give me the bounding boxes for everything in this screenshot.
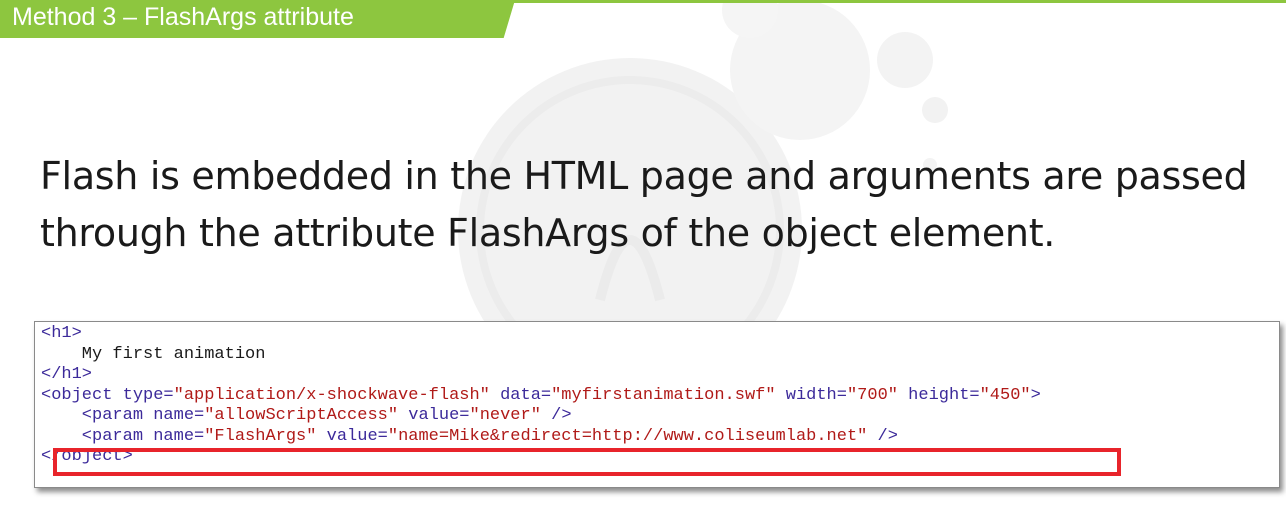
- code-token: value=: [316, 426, 388, 446]
- code-token: "myfirstanimation.swf": [551, 385, 776, 405]
- code-token: height=: [897, 385, 980, 405]
- body-line-2: through the attribute FlashArgs of the o…: [40, 211, 1056, 255]
- code-lines: <h1> My first animation </h1> <object type…: [41, 324, 1041, 468]
- code-token: "name=Mike&redirect=http://www.coliseuml…: [387, 426, 868, 446]
- code-token: "700": [846, 385, 898, 405]
- code-token: <param name=: [41, 426, 205, 446]
- code-line: <param name="FlashArgs" value="name=Mike…: [41, 427, 1041, 448]
- slide-title-tab: Method 3 – FlashArgs attribute: [0, 0, 515, 38]
- code-token: <param name=: [41, 406, 205, 425]
- slide-body-text: Flash is embedded in the HTML page and a…: [40, 148, 1260, 262]
- code-line: </h1>: [41, 365, 1041, 386]
- code-token: />: [867, 426, 898, 446]
- code-token: data=: [489, 385, 552, 405]
- code-token: <h1>: [41, 324, 82, 343]
- slide-title: Method 3 – FlashArgs attribute: [12, 3, 354, 31]
- code-line: My first animation: [41, 345, 1041, 366]
- body-line-1: Flash is embedded in the HTML page and a…: [40, 154, 1248, 198]
- code-token: My first animation: [41, 344, 266, 364]
- code-token: "allowScriptAccess": [204, 406, 399, 425]
- code-token: width=: [775, 385, 847, 405]
- code-token: </h1>: [41, 365, 93, 384]
- code-token: "450": [979, 385, 1031, 405]
- code-snippet-box: <h1> My first animation </h1> <object type…: [34, 321, 1280, 488]
- code-line: <object type="application/x-shockwave-fl…: [41, 386, 1041, 407]
- code-line: <h1>: [41, 324, 1041, 345]
- code-token: "application/x-shockwave-flash": [173, 385, 490, 405]
- code-token: "FlashArgs": [204, 426, 317, 446]
- code-token: />: [540, 406, 572, 425]
- code-token: value=: [398, 406, 470, 425]
- code-token: <object type=: [41, 385, 174, 405]
- code-token: >: [1030, 385, 1041, 405]
- code-token: "never": [469, 406, 541, 425]
- code-line: <param name="allowScriptAccess" value="n…: [41, 406, 1041, 427]
- flashargs-highlight-box: [53, 448, 1121, 476]
